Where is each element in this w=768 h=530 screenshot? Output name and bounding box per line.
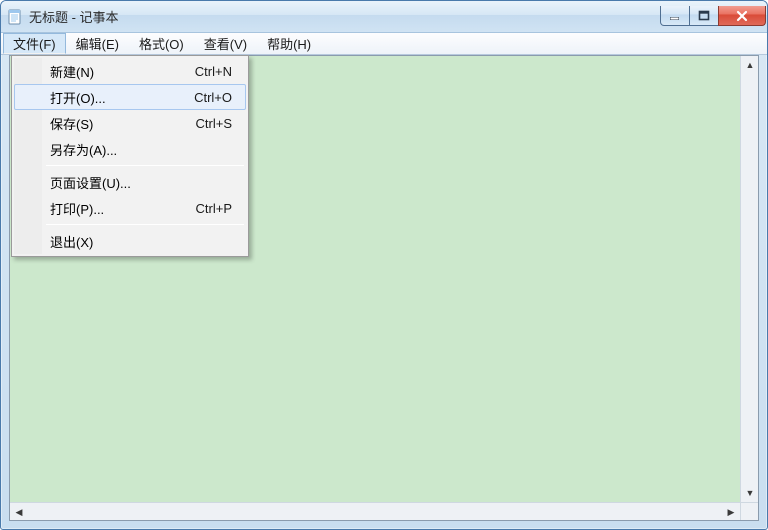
menu-format[interactable]: 格式(O) [129, 33, 194, 54]
chevron-right-icon: ▶ [728, 507, 735, 518]
menu-help[interactable]: 帮助(H) [257, 33, 321, 54]
file-menu-dropdown: 新建(N) Ctrl+N 打开(O)... Ctrl+O 保存(S) Ctrl+… [11, 55, 249, 257]
dropdown-separator [46, 224, 244, 225]
menuitem-open-label: 打开(O)... [50, 88, 106, 107]
dropdown-separator [46, 165, 244, 166]
resize-grip[interactable] [740, 502, 758, 520]
menuitem-save[interactable]: 保存(S) Ctrl+S [14, 110, 246, 136]
menu-format-label: 格式(O) [139, 34, 184, 53]
menu-file-label: 文件(F) [13, 34, 56, 53]
menuitem-save-label: 保存(S) [50, 114, 93, 133]
menuitem-print-label: 打印(P)... [50, 199, 104, 218]
scroll-right-button[interactable]: ▶ [722, 503, 740, 521]
menuitem-exit[interactable]: 退出(X) [14, 228, 246, 254]
menu-edit[interactable]: 编辑(E) [66, 33, 129, 54]
scroll-up-button[interactable]: ▲ [741, 56, 759, 74]
menuitem-pagesetup-label: 页面设置(U)... [50, 173, 131, 192]
minimize-icon [669, 10, 681, 22]
minimize-button[interactable] [660, 6, 690, 26]
title-bar[interactable]: 无标题 - 记事本 [1, 1, 767, 33]
menuitem-new-shortcut: Ctrl+N [195, 64, 232, 79]
menuitem-exit-label: 退出(X) [50, 232, 93, 251]
menu-help-label: 帮助(H) [267, 34, 311, 53]
menuitem-new[interactable]: 新建(N) Ctrl+N [14, 58, 246, 84]
menu-edit-label: 编辑(E) [76, 34, 119, 53]
chevron-left-icon: ◀ [16, 507, 23, 518]
window-title: 无标题 - 记事本 [29, 7, 661, 26]
chevron-down-icon: ▼ [746, 488, 755, 498]
menuitem-new-label: 新建(N) [50, 62, 94, 81]
menuitem-open-shortcut: Ctrl+O [194, 90, 232, 105]
maximize-button[interactable] [689, 6, 719, 26]
scroll-down-button[interactable]: ▼ [741, 484, 759, 502]
menuitem-saveas-label: 另存为(A)... [50, 140, 117, 159]
vertical-scrollbar[interactable]: ▲ ▼ [740, 56, 758, 502]
menuitem-print[interactable]: 打印(P)... Ctrl+P [14, 195, 246, 221]
window-controls [661, 6, 766, 26]
menuitem-open[interactable]: 打开(O)... Ctrl+O [14, 84, 246, 110]
horizontal-scrollbar[interactable]: ◀ ▶ [10, 502, 740, 520]
menu-bar: 文件(F) 编辑(E) 格式(O) 查看(V) 帮助(H) [1, 33, 767, 55]
menu-view[interactable]: 查看(V) [194, 33, 257, 54]
chevron-up-icon: ▲ [746, 60, 755, 70]
notepad-icon [7, 9, 23, 25]
maximize-icon [698, 10, 710, 22]
window-frame: 无标题 - 记事本 文件(F) 编辑(E) 格式(O) 查看(V) 帮助(H) [0, 0, 768, 530]
menu-file[interactable]: 文件(F) [3, 33, 66, 54]
menuitem-save-shortcut: Ctrl+S [196, 116, 232, 131]
menuitem-print-shortcut: Ctrl+P [196, 201, 232, 216]
scroll-left-button[interactable]: ◀ [10, 503, 28, 521]
menuitem-saveas[interactable]: 另存为(A)... [14, 136, 246, 162]
menu-view-label: 查看(V) [204, 34, 247, 53]
menuitem-pagesetup[interactable]: 页面设置(U)... [14, 169, 246, 195]
close-button[interactable] [718, 6, 766, 26]
close-icon [735, 10, 749, 22]
